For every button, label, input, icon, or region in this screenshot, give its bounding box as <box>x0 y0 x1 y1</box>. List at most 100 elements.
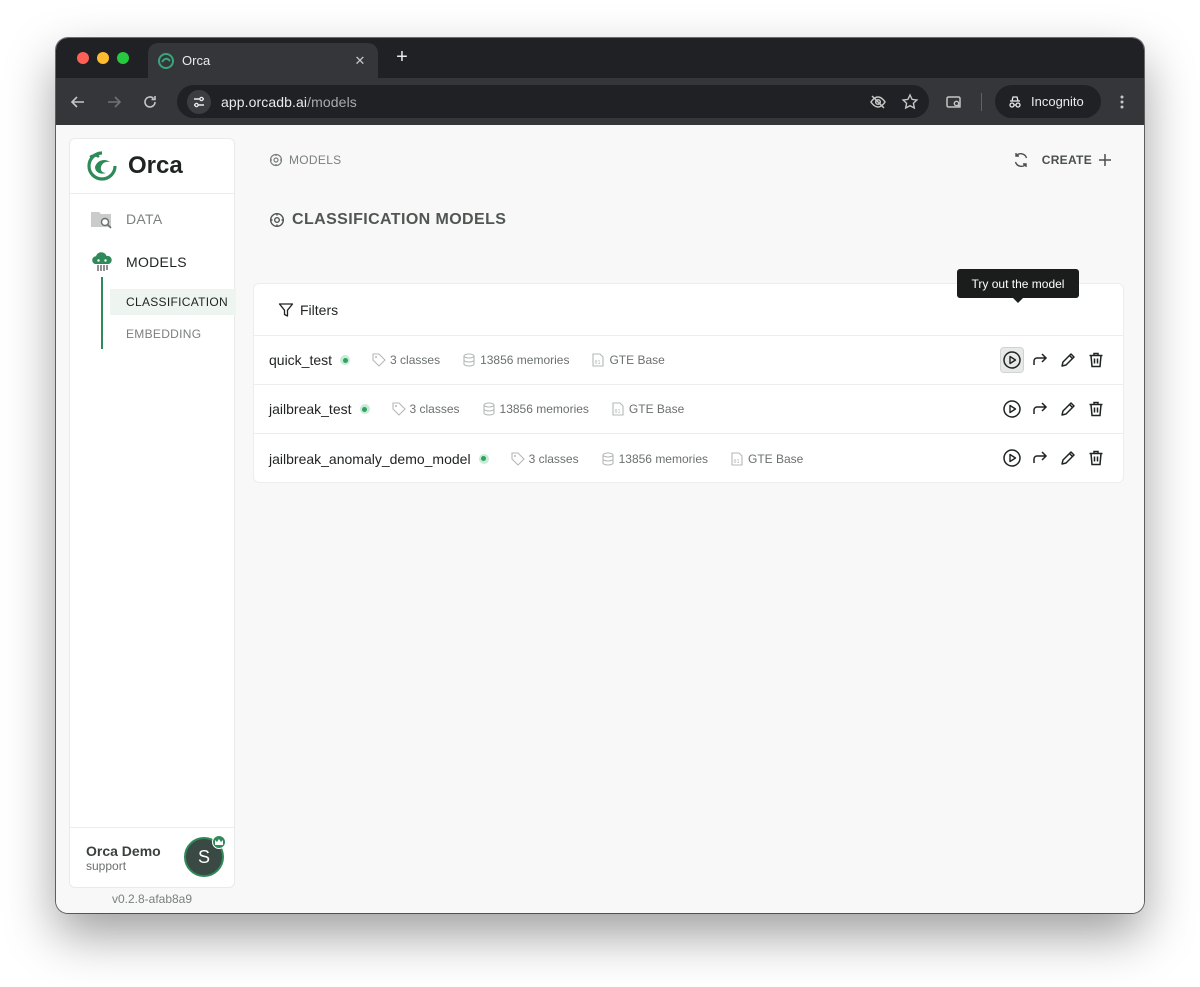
forward-arrow-icon <box>108 96 122 108</box>
try-model-button[interactable] <box>1001 397 1023 421</box>
try-model-button[interactable] <box>1001 446 1023 470</box>
try-model-button[interactable] <box>1000 347 1024 373</box>
browser-window: Orca ✕ + app.orcadb.ai/models Incognito … <box>56 38 1144 913</box>
url-text[interactable]: app.orcadb.ai/models <box>221 94 869 110</box>
delete-button[interactable] <box>1085 446 1107 470</box>
models-table: Filters quick_test 3 classes 13856 memor… <box>253 283 1124 483</box>
sidebar-item-data[interactable]: DATA <box>90 209 162 229</box>
model-name[interactable]: jailbreak_anomaly_demo_model <box>269 451 471 467</box>
address-bar[interactable]: app.orcadb.ai/models <box>177 85 929 118</box>
share-forward-icon <box>1033 451 1048 463</box>
incognito-button[interactable]: Incognito <box>995 85 1101 118</box>
brand-name: Orca <box>128 152 183 179</box>
share-forward-icon <box>1033 402 1048 414</box>
tab-search-button[interactable] <box>941 89 967 115</box>
edit-button[interactable] <box>1057 446 1079 470</box>
back-button[interactable] <box>65 89 91 115</box>
pencil-icon <box>1061 353 1075 367</box>
browser-tab[interactable]: Orca ✕ <box>148 43 378 78</box>
delete-button[interactable] <box>1085 348 1107 372</box>
row-actions <box>1000 347 1107 373</box>
tab-close-icon[interactable]: ✕ <box>352 53 368 69</box>
share-forward-icon <box>1033 353 1048 365</box>
database-icon <box>482 402 495 416</box>
avatar[interactable]: S <box>184 835 226 877</box>
tab-search-icon <box>946 96 961 108</box>
table-row[interactable]: quick_test 3 classes 13856 memories 01 G… <box>254 336 1123 385</box>
pencil-icon <box>1061 451 1075 465</box>
delete-button[interactable] <box>1085 397 1107 421</box>
classes-meta: 3 classes <box>391 402 460 416</box>
reload-icon <box>144 96 156 108</box>
close-window-button[interactable] <box>77 52 89 64</box>
tag-icon <box>511 451 525 466</box>
classes-meta: 3 classes <box>372 353 440 367</box>
memories-meta: 13856 memories <box>482 402 589 416</box>
table-row[interactable]: jailbreak_test 3 classes 13856 memories … <box>254 385 1123 434</box>
play-circle-icon <box>1003 449 1021 467</box>
embedding-meta: 01 GTE Base <box>611 402 684 416</box>
refresh-icon[interactable] <box>1012 151 1030 169</box>
memories-meta: 13856 memories <box>462 353 569 367</box>
sidebar-item-label: MODELS <box>126 254 187 270</box>
models-gear-icon <box>269 153 283 167</box>
breadcrumb[interactable]: MODELS <box>269 153 341 167</box>
sidebar: Orca DATA MODELS CLASSIFICATION EMBEDDIN… <box>69 138 236 888</box>
svg-text:01: 01 <box>614 409 620 415</box>
status-ready-icon <box>359 404 370 414</box>
brand[interactable]: Orca <box>70 139 234 194</box>
forward-button[interactable] <box>101 89 127 115</box>
header-actions: CREATE <box>1012 151 1112 169</box>
incognito-label: Incognito <box>1031 94 1084 109</box>
eye-off-icon[interactable] <box>869 93 887 111</box>
page-content: Orca DATA MODELS CLASSIFICATION EMBEDDIN… <box>56 125 1144 913</box>
play-circle-icon <box>1003 400 1021 418</box>
back-arrow-icon <box>70 96 84 108</box>
tag-icon <box>372 353 386 367</box>
new-tab-button[interactable]: + <box>390 46 414 70</box>
play-circle-icon <box>1003 351 1021 369</box>
app-version: v0.2.8-afab8a9 <box>111 892 193 906</box>
site-settings-icon[interactable] <box>187 89 211 114</box>
binary-file-icon: 01 <box>731 451 743 466</box>
edit-button[interactable] <box>1057 397 1079 421</box>
orca-cloud-icon <box>92 252 112 271</box>
tab-strip: Orca ✕ + <box>56 38 1144 78</box>
share-button[interactable] <box>1029 446 1051 470</box>
browser-menu-button[interactable] <box>1109 89 1135 115</box>
minimize-window-button[interactable] <box>97 52 109 64</box>
user-profile[interactable]: Orca Demo support S <box>70 827 234 887</box>
trash-icon <box>1089 450 1103 466</box>
bookmark-star-icon[interactable] <box>901 92 919 111</box>
model-name[interactable]: jailbreak_test <box>269 401 352 417</box>
share-button[interactable] <box>1029 397 1051 421</box>
pencil-icon <box>1061 402 1075 416</box>
svg-text:01: 01 <box>595 360 601 366</box>
crown-badge-icon <box>212 835 226 849</box>
orca-favicon-icon <box>158 52 174 69</box>
sidebar-item-label: DATA <box>126 211 163 227</box>
page-title: CLASSIFICATION MODELS <box>269 211 506 229</box>
sidebar-item-embedding[interactable]: EMBEDDING <box>110 321 236 347</box>
embedding-meta: 01 GTE Base <box>591 353 665 367</box>
maximize-window-button[interactable] <box>117 52 129 64</box>
orca-logo-icon <box>87 151 117 181</box>
svg-text:01: 01 <box>734 459 740 465</box>
model-name[interactable]: quick_test <box>269 352 332 368</box>
binary-file-icon: 01 <box>612 402 624 416</box>
subnav-indicator <box>101 277 103 349</box>
binary-file-icon: 01 <box>592 353 605 367</box>
status-ready-icon <box>478 453 489 464</box>
table-row[interactable]: jailbreak_anomaly_demo_model 3 classes 1… <box>254 434 1123 483</box>
sidebar-item-models[interactable]: MODELS <box>90 251 187 273</box>
memories-meta: 13856 memories <box>601 452 708 466</box>
edit-button[interactable] <box>1057 348 1079 372</box>
database-icon <box>602 451 614 466</box>
sidebar-item-label: CLASSIFICATION <box>126 295 228 309</box>
create-button[interactable]: CREATE <box>1042 153 1112 167</box>
embedding-meta: 01 GTE Base <box>730 452 803 466</box>
share-button[interactable] <box>1029 348 1051 372</box>
reload-button[interactable] <box>137 89 163 115</box>
sidebar-item-classification[interactable]: CLASSIFICATION <box>110 289 236 315</box>
toolbar-divider <box>981 93 982 111</box>
